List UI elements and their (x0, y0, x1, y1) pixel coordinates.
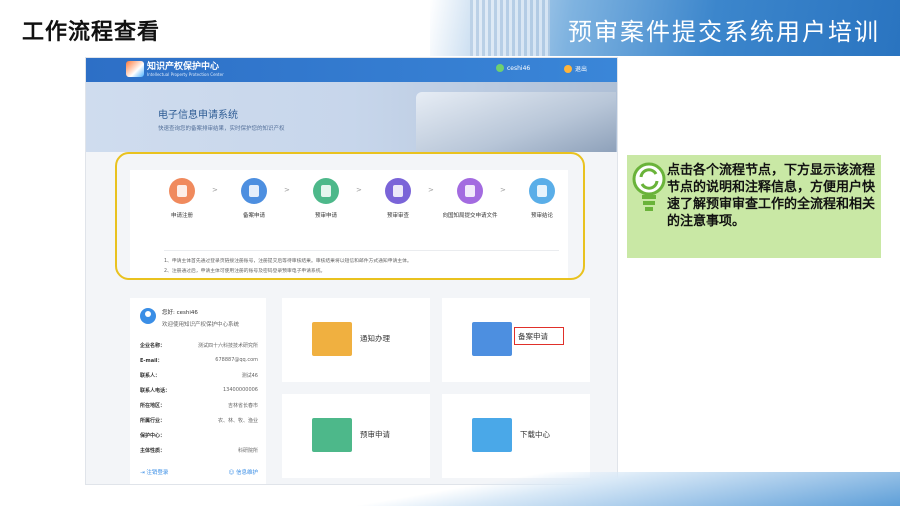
document-icon (312, 418, 352, 452)
profile-key: E-mail： (140, 358, 163, 364)
profile-value: 678887@qq.com (215, 357, 258, 363)
pretrial-label: 预审申请 (360, 430, 390, 439)
building-image (470, 0, 550, 56)
logo-english: Intellectual Property Protection Center (147, 71, 224, 77)
profile-value: 科研院所 (237, 448, 258, 454)
notice-label: 通知办理 (360, 334, 390, 343)
callout-note: 点击各个流程节点，下方显示该流程节点的说明和注释信息，方便用户快速了解预审审查工… (627, 155, 881, 258)
profile-key: 联系人电话： (140, 388, 171, 394)
profile-value: 吉林省长春市 (227, 403, 258, 409)
slide-header: 工作流程查看 预审案件提交系统用户培训 (0, 0, 900, 56)
laptop-image (416, 92, 616, 152)
profile-value: 测试46 (241, 373, 258, 379)
power-icon (564, 64, 572, 73)
megaphone-icon (312, 322, 352, 356)
highlight-box (514, 327, 564, 345)
folder-icon (472, 322, 512, 356)
avatar (140, 308, 156, 324)
notice-tile[interactable]: 通知办理 (282, 298, 430, 382)
hero-banner: 电子信息申请系统 快速查询您的备案排审结果，实时保护您的知识产权 (86, 82, 617, 152)
process-highlight-frame (115, 152, 585, 280)
profile-value: 13400000006 (223, 387, 258, 393)
profile-greeting: 您好: ceshi46 (162, 310, 198, 316)
slide-subtitle: 预审案件提交系统用户培训 (568, 18, 880, 46)
profile-key: 企业名称： (140, 343, 166, 349)
logout-label: 退出 (575, 66, 588, 73)
logout-button[interactable]: 退出 (564, 64, 587, 73)
profile-key: 联系人： (140, 373, 161, 379)
profile-card: 您好: ceshi46 欢迎使用知识产权保护中心系统 企业名称： 测试四十六科技技… (130, 298, 266, 484)
download-tile[interactable]: 下载中心 (442, 394, 590, 478)
logo-icon (126, 61, 144, 77)
profile-key: 保护中心： (140, 433, 166, 439)
pretrial-tile[interactable]: 预审申请 (282, 394, 430, 478)
profile-value: 农、林、牧、渔业 (217, 418, 258, 424)
profile-row: 主体性质： 科研院所 (140, 447, 258, 454)
app-logo[interactable]: 知识产权保护中心 Intellectual Property Protectio… (126, 61, 224, 77)
user-name: ceshi46 (507, 64, 531, 72)
download-icon (472, 418, 512, 452)
user-icon (496, 64, 504, 72)
profile-row: E-mail： 678887@qq.com (140, 357, 258, 364)
profile-row: 所属行业： 农、林、牧、渔业 (140, 417, 258, 424)
profile-key: 所在地区： (140, 403, 166, 409)
app-top-bar: 知识产权保护中心 Intellectual Property Protectio… (86, 58, 617, 82)
bottom-wave (0, 472, 900, 506)
banner-title: 电子信息申请系统 (158, 110, 238, 121)
profile-welcome: 欢迎使用知识产权保护中心系统 (162, 322, 240, 328)
profile-row: 联系人： 测试46 (140, 372, 258, 379)
profile-key: 主体性质： (140, 448, 166, 454)
profile-row: 联系人电话： 13400000006 (140, 387, 258, 394)
slide-title: 工作流程查看 (22, 20, 161, 45)
profile-row: 所在地区： 吉林省长春市 (140, 402, 258, 409)
record-tile[interactable]: 备案申请 (442, 298, 590, 382)
download-label: 下载中心 (520, 430, 550, 439)
banner-subtitle: 快速查询您的备案排审结果，实时保护您的知识产权 (158, 126, 285, 132)
callout-text: 点击各个流程节点，下方显示该流程节点的说明和注释信息，方便用户快速了解预审审查工… (667, 163, 876, 229)
profile-value: 测试四十六科技技术研究所 (197, 343, 258, 349)
lightbulb-icon (632, 162, 666, 211)
logo-name: 知识产权保护中心 (147, 61, 220, 72)
profile-key: 所属行业： (140, 418, 166, 424)
profile-row: 企业名称： 测试四十六科技技术研究所 (140, 342, 258, 349)
user-menu[interactable]: ceshi46 (496, 64, 530, 72)
profile-row: 保护中心： (140, 432, 258, 439)
